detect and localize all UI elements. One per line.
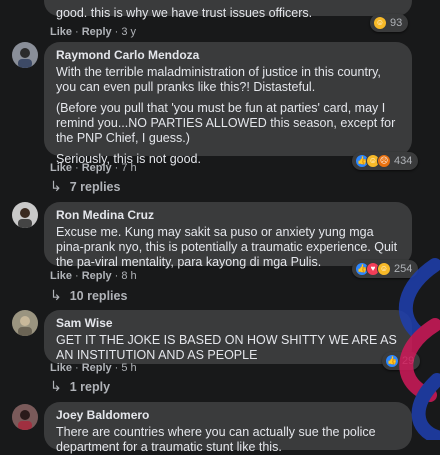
- avatar[interactable]: [12, 42, 38, 68]
- comment-text: good. this is why we have trust issues o…: [56, 6, 400, 21]
- replies-count: 1 reply: [69, 379, 111, 394]
- comment-paragraph: With the terrible maladministration of j…: [56, 65, 381, 94]
- comment-text: Excuse me. Kung may sakit sa puso or anx…: [56, 225, 400, 270]
- like-link[interactable]: Like: [50, 162, 72, 174]
- comment-paragraph: good. this is why we have trust issues o…: [56, 6, 313, 20]
- reply-link[interactable]: Reply: [82, 270, 112, 282]
- comment-actions: Like · Reply · 5 h: [50, 362, 137, 374]
- comment-author[interactable]: Joey Baldomero: [56, 408, 400, 423]
- comment-bubble: Sam Wise GET IT THE JOKE IS BASED ON HOW…: [44, 310, 412, 364]
- reply-link[interactable]: Reply: [82, 162, 112, 174]
- reply-arrow-icon: ↳: [50, 287, 62, 303]
- comment-actions: Like · Reply · 8 h: [50, 270, 137, 282]
- reaction-count: 434: [394, 155, 413, 167]
- timestamp[interactable]: 7 h: [121, 162, 136, 174]
- comment-paragraph: GET IT THE JOKE IS BASED ON HOW SHITTY W…: [56, 333, 397, 362]
- avatar[interactable]: [12, 404, 38, 430]
- comment-bubble: Ron Medina Cruz Excuse me. Kung may saki…: [44, 202, 412, 269]
- haha-icon: ☺: [373, 16, 387, 30]
- like-link[interactable]: Like: [50, 26, 72, 38]
- comment-bubble: good. this is why we have trust issues o…: [44, 0, 412, 20]
- timestamp[interactable]: 8 h: [121, 270, 136, 282]
- comment-paragraph: Excuse me. Kung may sakit sa puso or anx…: [56, 225, 398, 269]
- comment-text: GET IT THE JOKE IS BASED ON HOW SHITTY W…: [56, 333, 400, 363]
- view-replies-link[interactable]: ↳ 7 replies: [50, 178, 120, 195]
- comment-author[interactable]: Raymond Carlo Mendoza: [56, 48, 400, 63]
- reaction-summary[interactable]: 👍 ☺ ☹ 434: [352, 152, 419, 170]
- like-link[interactable]: Like: [50, 270, 72, 282]
- comment-author[interactable]: Sam Wise: [56, 316, 400, 331]
- reaction-count: 93: [390, 17, 403, 29]
- like-link[interactable]: Like: [50, 362, 72, 374]
- avatar[interactable]: [12, 310, 38, 336]
- reply-link[interactable]: Reply: [82, 362, 112, 374]
- comment-author[interactable]: Ron Medina Cruz: [56, 208, 400, 223]
- angry-icon: ☹: [377, 154, 391, 168]
- comment-paragraph: (Before you pull that 'you must be fun a…: [56, 101, 396, 145]
- comment-text: With the terrible maladministration of j…: [56, 65, 400, 167]
- view-replies-link[interactable]: ↳ 1 reply: [50, 378, 110, 395]
- reaction-summary[interactable]: ☺ 93: [370, 14, 409, 32]
- comment-text: There are countries where you can actual…: [56, 425, 400, 455]
- view-replies-link[interactable]: ↳ 10 replies: [50, 287, 127, 304]
- watermark-logo-icon: [398, 258, 440, 440]
- reply-arrow-icon: ↳: [50, 378, 62, 394]
- reply-link[interactable]: Reply: [82, 26, 112, 38]
- comment-actions: Like · Reply · 7 h: [50, 162, 137, 174]
- timestamp[interactable]: 3 y: [121, 26, 136, 38]
- comment-actions: Like · Reply · 3 y: [50, 26, 137, 38]
- avatar[interactable]: [12, 202, 38, 228]
- reply-arrow-icon: ↳: [50, 178, 62, 194]
- replies-count: 7 replies: [69, 179, 121, 194]
- comment-paragraph: There are countries where you can actual…: [56, 425, 376, 454]
- comment-bubble: Raymond Carlo Mendoza With the terrible …: [44, 42, 412, 166]
- comment-bubble: Joey Baldomero There are countries where…: [44, 402, 412, 454]
- replies-count: 10 replies: [69, 288, 128, 303]
- timestamp[interactable]: 5 h: [121, 362, 136, 374]
